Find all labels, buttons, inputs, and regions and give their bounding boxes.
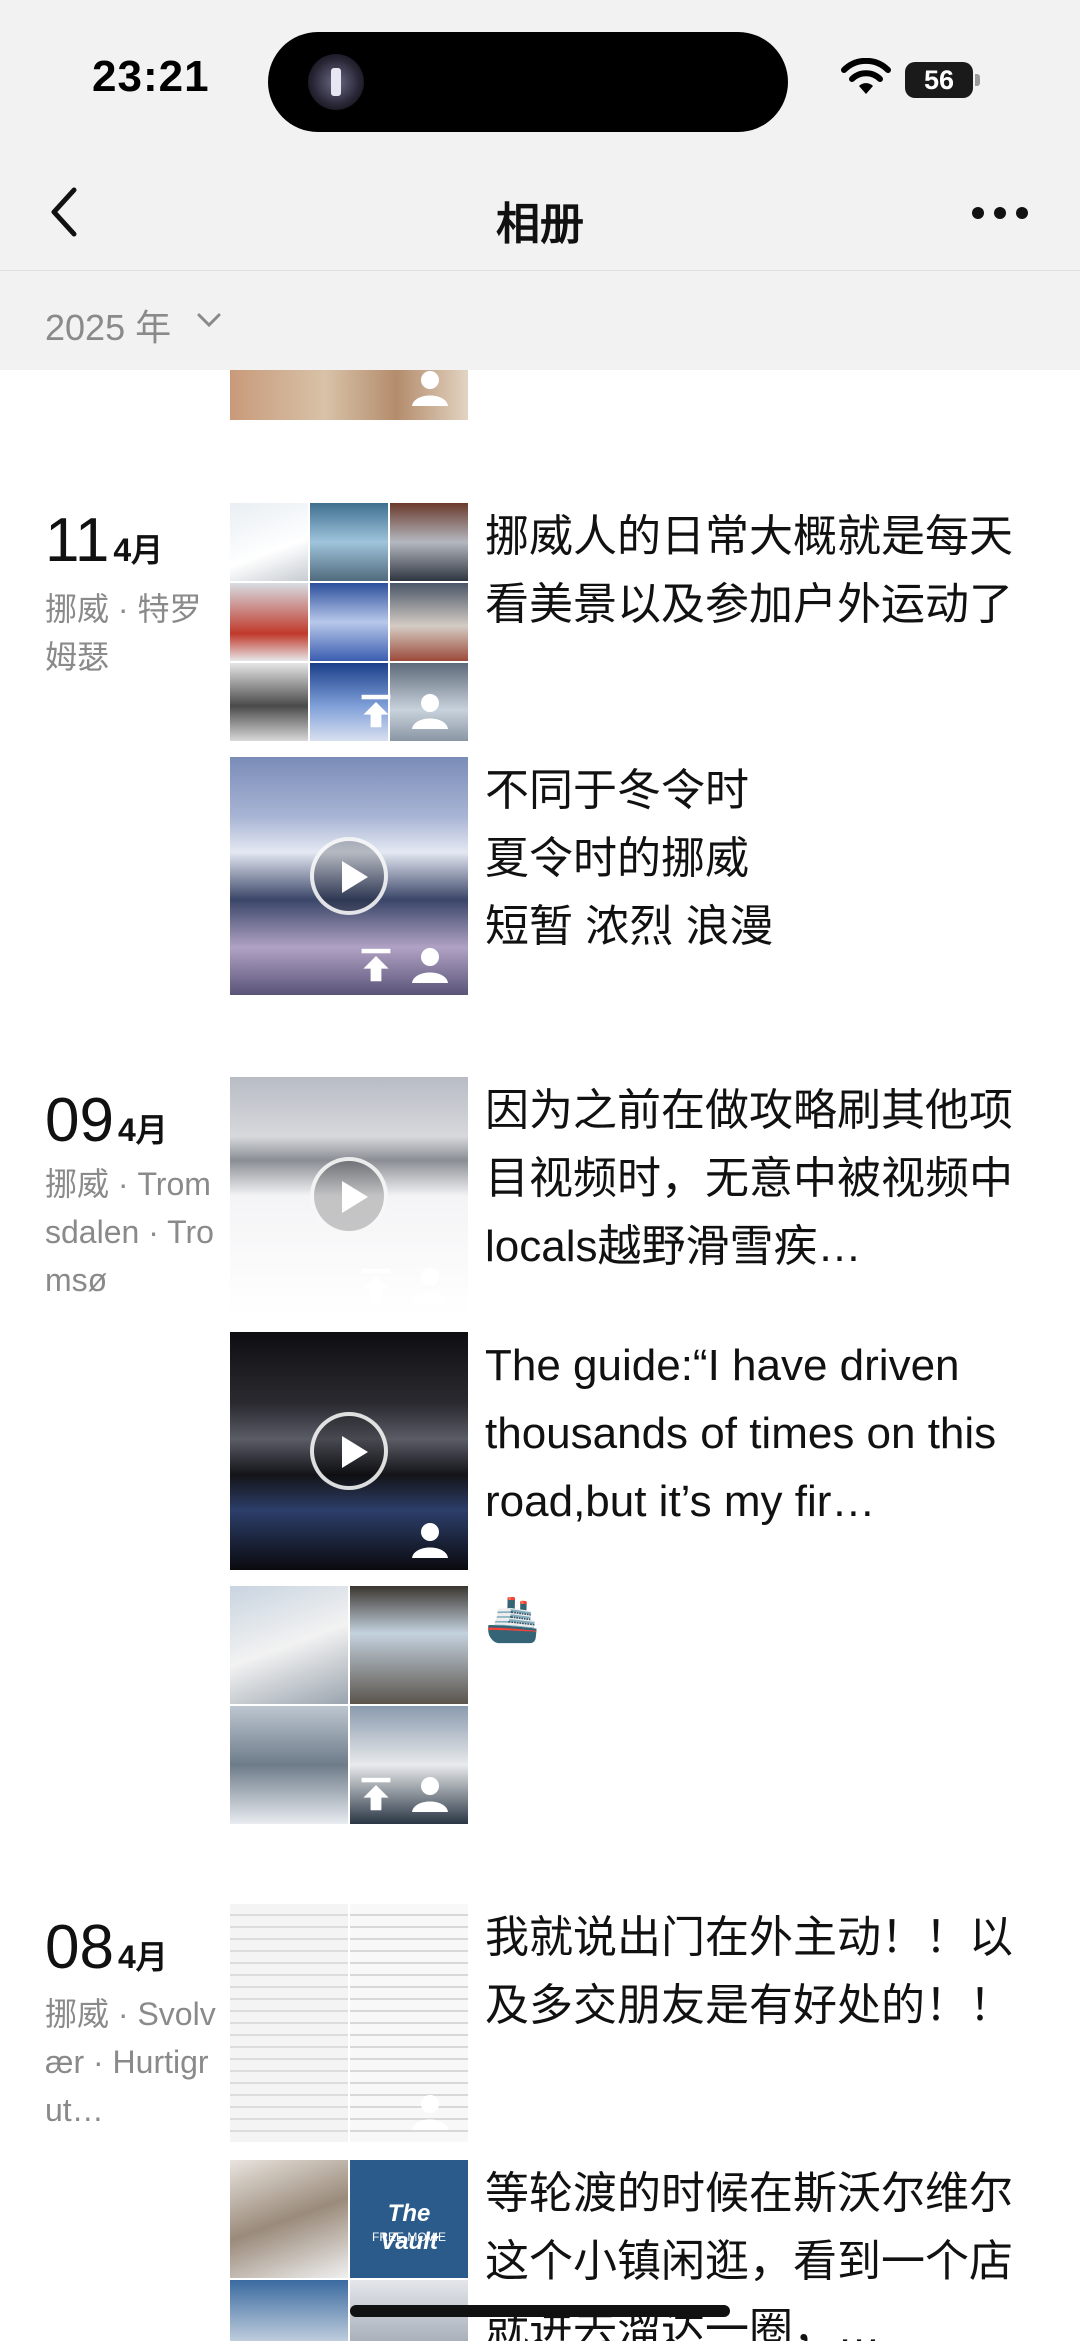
chevron-down-icon[interactable] [196,311,222,329]
photo-grid-thumbnail[interactable] [230,503,468,741]
photo-tile [230,1586,348,1704]
person-icon [412,1777,448,1812]
entry-location: 挪威 · Svolvær · Hurtigrut… [45,1996,216,2128]
post-caption[interactable]: The guide:“I have driven thousands of ti… [485,1332,1015,1536]
battery-level: 56 [923,65,955,95]
photo-tile [230,663,308,741]
caption-line: 不同于冬令时 [485,766,749,815]
page-title: 相册 [496,200,584,249]
battery-icon: 56 [905,62,980,98]
date-month: 4月 [113,532,164,568]
year-label[interactable]: 2025 年 [45,299,171,351]
date-day: 09 [45,1086,114,1155]
date-month: 4月 [117,1112,168,1148]
video-thumbnail[interactable] [230,757,468,995]
chat-screenshot-tile [350,1904,468,2142]
person-icon [412,2095,448,2130]
video-thumbnail[interactable] [230,1332,468,1570]
post-caption[interactable]: 因为之前在做攻略刷其他项目视频时，无意中被视频中locals越野滑雪疾… [485,1077,1015,1281]
tile-subtitle: FREE MOVIE [371,2230,446,2244]
photo-tile [310,583,388,661]
chat-screenshot-tile [230,1904,348,2142]
photo-grid-thumbnail[interactable] [230,1586,468,1824]
upload-icon [361,694,391,728]
caption-line: 短暂 浓烈 浪漫 [485,902,774,951]
wifi-icon [841,58,891,94]
person-icon [412,371,448,406]
post-caption[interactable]: 我就说出门在外主动！！以及多交朋友是有好处的！！ [485,1904,1015,2040]
album-feed[interactable]: 11 4月 挪威 · 特罗姆瑟 挪威人的日常大概就是每天看美景以及参加户外运动了 … [0,370,1080,2341]
date-day: 08 [45,1913,114,1982]
entry-date: 11 4月 [45,505,163,576]
video-thumbnail[interactable] [230,1077,468,1315]
year-filter[interactable]: 2025 年 [0,270,1080,370]
photo-tile: The Vault FREE MOVIE [350,2160,468,2278]
photo-tile [230,583,308,661]
more-dots-icon[interactable] [970,198,1030,228]
date-month: 4月 [117,1939,168,1975]
post-caption[interactable]: 🚢 [485,1586,1015,1654]
upload-icon [361,948,391,982]
status-bar: 23:21 56 [0,0,1080,160]
dynamic-island [268,32,788,132]
entry-date: 09 4月 [45,1085,168,1156]
person-icon [412,1268,448,1303]
play-icon[interactable] [310,837,388,915]
tile-title: The Vault [380,2200,438,2255]
play-icon[interactable] [310,1412,388,1490]
photo-tile [230,2280,348,2341]
play-icon[interactable] [310,1157,388,1235]
person-icon [412,1523,448,1558]
photo-grid-thumbnail[interactable] [230,1904,468,2142]
entry-location: 挪威 · Tromsdalen · Tromsø [45,1166,214,1298]
post-caption[interactable]: 不同于冬令时 夏令时的挪威 短暂 浓烈 浪漫 [485,757,1015,961]
flashlight-icon [308,54,364,110]
photo-tile [390,583,468,661]
status-time: 23:21 [92,52,210,101]
photo-tile [350,1586,468,1704]
entry-date: 08 4月 [45,1912,168,1983]
photo-thumbnail[interactable] [230,370,468,420]
date-day: 11 [45,506,110,575]
photo-tile [230,503,308,581]
home-indicator[interactable] [350,2305,730,2317]
person-icon [412,694,448,729]
photo-tile [230,1706,348,1824]
photo-tile [230,2160,348,2278]
caption-line: 夏令时的挪威 [485,834,749,883]
upload-icon [361,1777,391,1811]
top-bar: 23:21 56 相册 2025 年 [0,0,1080,370]
person-icon [412,948,448,983]
photo-tile [390,503,468,581]
photo-tile [310,503,388,581]
entry-location: 挪威 · 特罗姆瑟 [45,591,202,675]
nav-bar: 相册 [0,160,1080,270]
post-caption[interactable]: 挪威人的日常大概就是每天看美景以及参加户外运动了 [485,503,1015,639]
upload-icon [361,1268,391,1302]
